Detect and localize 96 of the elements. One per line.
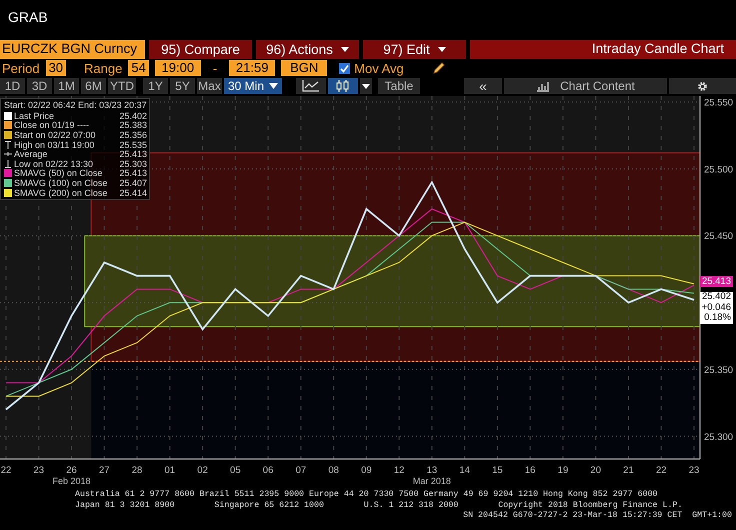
period-field[interactable]: 30 bbox=[46, 60, 66, 76]
legend-value: 25.402 bbox=[119, 110, 147, 121]
settings-icon bbox=[697, 80, 708, 92]
mov-avg-label: Mov Avg bbox=[354, 60, 404, 76]
line-chart-icon bbox=[302, 80, 320, 92]
date-axis-label: 27 bbox=[99, 465, 110, 476]
moving-average-tag: 25.413 bbox=[700, 276, 733, 287]
legend-label: SMAVG (100) on Close bbox=[14, 178, 108, 188]
caret-icon bbox=[269, 83, 278, 89]
legend-label: Average bbox=[14, 149, 48, 160]
average-marker-icon bbox=[4, 150, 12, 158]
price-axis-label: 25.550 bbox=[704, 98, 734, 109]
chart-type-dropdown[interactable] bbox=[360, 78, 372, 94]
price-axis-label: 25.500 bbox=[704, 164, 734, 176]
collapse-button[interactable]: « bbox=[464, 78, 502, 94]
range-button[interactable]: 1M bbox=[54, 78, 79, 94]
caret-icon bbox=[438, 47, 446, 52]
legend-label: Low on 02/22 13:30 bbox=[14, 158, 94, 169]
source-field[interactable]: BGN bbox=[281, 60, 328, 76]
date-axis-label: 09 bbox=[361, 465, 372, 476]
range-button[interactable]: 3D bbox=[27, 78, 52, 94]
last-price-tag: 25.402 +0.046 0.18% bbox=[700, 292, 733, 324]
date-axis-label: 06 bbox=[262, 465, 274, 476]
legend-value: 25.303 bbox=[119, 158, 147, 169]
date-axis-label: 28 bbox=[132, 465, 142, 476]
date-axis-label: 14 bbox=[459, 465, 470, 476]
checkbox[interactable] bbox=[339, 62, 350, 74]
caret-icon bbox=[340, 47, 349, 52]
legend-value: 25.413 bbox=[119, 168, 147, 178]
chart-type-button[interactable] bbox=[296, 78, 326, 94]
legend-value: 25.413 bbox=[119, 149, 147, 160]
date-axis-label: 16 bbox=[524, 465, 536, 476]
date-axis-label: 01 bbox=[164, 465, 176, 476]
price-axis-label: 25.350 bbox=[704, 364, 734, 376]
window-title: GRAB bbox=[8, 9, 48, 25]
date-axis-label: 05 bbox=[230, 465, 241, 476]
legend-value: 25.356 bbox=[119, 130, 147, 140]
date-axis-label: 22 bbox=[0, 465, 12, 476]
period-label: Period bbox=[2, 60, 40, 76]
date-axis-label: 02 bbox=[197, 465, 208, 476]
legend-value: 25.535 bbox=[119, 140, 147, 150]
low-marker-icon bbox=[4, 160, 12, 168]
date-axis-label: 08 bbox=[328, 465, 339, 476]
legend-value: 25.407 bbox=[119, 178, 147, 188]
date-axis-label: 15 bbox=[492, 465, 503, 476]
range-button[interactable]: Max bbox=[197, 78, 222, 94]
chart-title: Intraday Candle Chart bbox=[470, 40, 736, 59]
legend-label: SMAVG (50) on Close bbox=[14, 168, 104, 178]
date-axis-label: 21 bbox=[623, 465, 634, 476]
legend-label: Close on 01/19 ---- bbox=[14, 120, 90, 130]
high-marker-icon bbox=[4, 140, 12, 149]
legend-label: Start on 02/22 07:00 bbox=[14, 130, 97, 140]
price-axis-label: 25.450 bbox=[704, 231, 734, 242]
date-axis-label: 20 bbox=[590, 465, 601, 476]
interval-dropdown[interactable]: 30 Min bbox=[224, 78, 282, 94]
date-axis-label: 23 bbox=[688, 465, 700, 476]
ticker-field[interactable]: EURCZK BGN Curncy bbox=[0, 40, 145, 59]
range-label: Range bbox=[84, 60, 122, 76]
range-button[interactable]: YTD bbox=[108, 78, 136, 94]
pencil-icon[interactable] bbox=[432, 61, 446, 75]
date-axis-label: 13 bbox=[426, 465, 438, 476]
range-button[interactable]: 1D bbox=[0, 78, 25, 94]
chart-type-button[interactable] bbox=[328, 78, 358, 94]
range-button[interactable]: 1Y bbox=[143, 78, 168, 94]
legend-label: High on 03/11 19:00 bbox=[14, 140, 96, 150]
date-axis-label: 12 bbox=[394, 465, 404, 476]
legend-value: 25.383 bbox=[119, 120, 147, 130]
table-button[interactable]: Table bbox=[378, 78, 420, 94]
range-button[interactable]: 5Y bbox=[170, 78, 195, 94]
legend-header: Start: 02/22 06:42 End: 03/23 20:37 bbox=[4, 100, 147, 110]
date-axis-label: 22 bbox=[656, 465, 667, 476]
footer-text: Australia 61 2 9777 8600 Brazil 5511 2395 9000 Europe 44 20 7330 7500 Germany 49 69 9204 1210 Hong Kong 852 2977 6000 bbox=[75, 490, 659, 500]
date-axis-label: 23 bbox=[33, 465, 44, 476]
date-axis-label: 19 bbox=[558, 465, 568, 476]
settings-button[interactable] bbox=[669, 78, 736, 94]
legend-value: 25.414 bbox=[119, 188, 147, 198]
start-time-field[interactable]: 19:00 bbox=[154, 60, 201, 76]
range-separator: - bbox=[212, 60, 218, 76]
legend-label: SMAVG (200) on Close bbox=[14, 188, 108, 198]
menu-button[interactable]: 96) Actions bbox=[256, 40, 359, 59]
menu-button[interactable]: 95) Compare bbox=[149, 40, 252, 59]
month-label: Mar 2018 bbox=[412, 476, 451, 486]
range-button[interactable]: 6M bbox=[81, 78, 106, 94]
date-axis-label: 07 bbox=[296, 465, 306, 476]
footer-text: SN 204542 G670-2727-2 23-Mar-18 15:27:39 CET GMT+1:00 bbox=[462, 511, 733, 522]
range-field[interactable]: 54 bbox=[128, 60, 149, 76]
menu-button[interactable]: 97) Edit bbox=[363, 40, 466, 59]
month-label: Feb 2018 bbox=[52, 476, 91, 486]
bar-chart-icon bbox=[536, 80, 550, 92]
price-axis-label: 25.300 bbox=[704, 432, 734, 443]
legend-label: Last Price bbox=[14, 110, 56, 121]
chart-content-button[interactable]: Chart Content bbox=[504, 78, 667, 94]
end-time-field[interactable]: 21:59 bbox=[229, 60, 276, 76]
caret-icon bbox=[362, 84, 370, 88]
footer-text: Japan 81 3 3201 8900 Singapore 65 6212 1000 U.S. 1 212 318 2000 Copyright 2018 Bloomberg Finance L.P. bbox=[75, 500, 684, 511]
date-axis-label: 26 bbox=[66, 465, 77, 476]
